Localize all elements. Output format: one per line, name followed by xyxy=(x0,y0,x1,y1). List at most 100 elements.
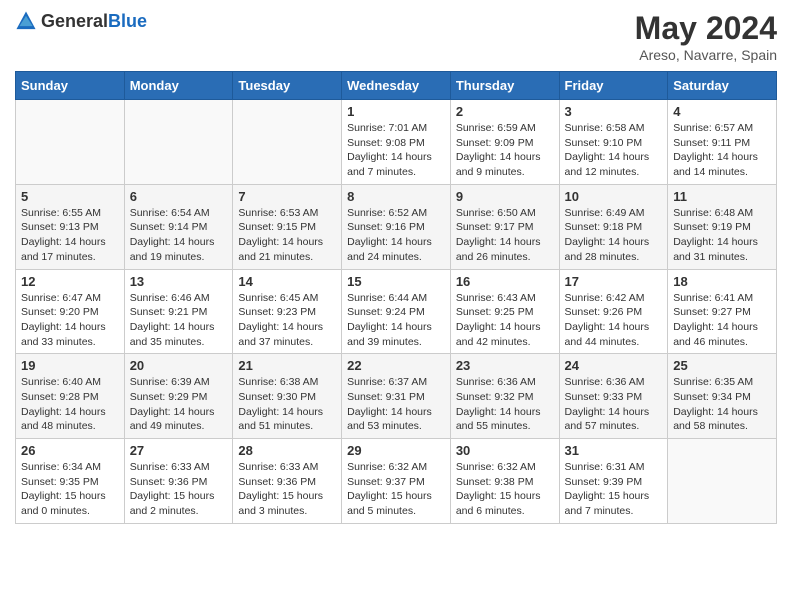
day-info: Sunrise: 6:41 AM Sunset: 9:27 PM Dayligh… xyxy=(673,291,771,350)
day-info: Sunrise: 6:58 AM Sunset: 9:10 PM Dayligh… xyxy=(565,121,663,180)
day-number: 6 xyxy=(130,189,228,204)
day-header-saturday: Saturday xyxy=(668,72,777,100)
day-info: Sunrise: 6:35 AM Sunset: 9:34 PM Dayligh… xyxy=(673,375,771,434)
day-number: 25 xyxy=(673,358,771,373)
calendar-cell: 25 Sunrise: 6:35 AM Sunset: 9:34 PM Dayli… xyxy=(668,354,777,439)
calendar-cell: 20 Sunrise: 6:39 AM Sunset: 9:29 PM Dayli… xyxy=(124,354,233,439)
logo-general: General xyxy=(41,11,108,31)
logo-blue: Blue xyxy=(108,11,147,31)
day-number: 31 xyxy=(565,443,663,458)
day-info: Sunrise: 6:46 AM Sunset: 9:21 PM Dayligh… xyxy=(130,291,228,350)
location: Areso, Navarre, Spain xyxy=(635,47,777,63)
day-info: Sunrise: 6:47 AM Sunset: 9:20 PM Dayligh… xyxy=(21,291,119,350)
day-number: 21 xyxy=(238,358,336,373)
day-number: 28 xyxy=(238,443,336,458)
day-info: Sunrise: 6:31 AM Sunset: 9:39 PM Dayligh… xyxy=(565,460,663,519)
day-info: Sunrise: 6:32 AM Sunset: 9:37 PM Dayligh… xyxy=(347,460,445,519)
day-number: 18 xyxy=(673,274,771,289)
day-number: 1 xyxy=(347,104,445,119)
day-info: Sunrise: 6:38 AM Sunset: 9:30 PM Dayligh… xyxy=(238,375,336,434)
calendar-cell: 13 Sunrise: 6:46 AM Sunset: 9:21 PM Dayli… xyxy=(124,269,233,354)
logo-text: GeneralBlue xyxy=(41,11,147,32)
calendar-cell: 12 Sunrise: 6:47 AM Sunset: 9:20 PM Dayli… xyxy=(16,269,125,354)
day-info: Sunrise: 7:01 AM Sunset: 9:08 PM Dayligh… xyxy=(347,121,445,180)
calendar-cell: 17Sunrise: 6:42 AM Sunset: 9:26 PM Dayli… xyxy=(559,269,668,354)
day-number: 29 xyxy=(347,443,445,458)
calendar-cell: 14 Sunrise: 6:45 AM Sunset: 9:23 PM Dayli… xyxy=(233,269,342,354)
day-number: 16 xyxy=(456,274,554,289)
day-number: 30 xyxy=(456,443,554,458)
day-number: 10 xyxy=(565,189,663,204)
day-number: 3 xyxy=(565,104,663,119)
day-header-friday: Friday xyxy=(559,72,668,100)
week-row-2: 5 Sunrise: 6:55 AM Sunset: 9:13 PM Daylig… xyxy=(16,184,777,269)
calendar-cell: 6 Sunrise: 6:54 AM Sunset: 9:14 PM Daylig… xyxy=(124,184,233,269)
page-header: GeneralBlue May 2024 Areso, Navarre, Spa… xyxy=(15,10,777,63)
day-info: Sunrise: 6:32 AM Sunset: 9:38 PM Dayligh… xyxy=(456,460,554,519)
calendar-cell: 5 Sunrise: 6:55 AM Sunset: 9:13 PM Daylig… xyxy=(16,184,125,269)
day-info: Sunrise: 6:57 AM Sunset: 9:11 PM Dayligh… xyxy=(673,121,771,180)
day-number: 24 xyxy=(565,358,663,373)
day-number: 7 xyxy=(238,189,336,204)
title-block: May 2024 Areso, Navarre, Spain xyxy=(635,10,777,63)
day-number: 4 xyxy=(673,104,771,119)
calendar-cell xyxy=(668,439,777,524)
calendar-cell xyxy=(124,100,233,185)
day-number: 14 xyxy=(238,274,336,289)
day-info: Sunrise: 6:37 AM Sunset: 9:31 PM Dayligh… xyxy=(347,375,445,434)
day-number: 19 xyxy=(21,358,119,373)
calendar-cell: 29 Sunrise: 6:32 AM Sunset: 9:37 PM Dayli… xyxy=(342,439,451,524)
month-year: May 2024 xyxy=(635,10,777,47)
day-number: 8 xyxy=(347,189,445,204)
logo: GeneralBlue xyxy=(15,10,147,32)
calendar-cell: 10Sunrise: 6:49 AM Sunset: 9:18 PM Dayli… xyxy=(559,184,668,269)
day-number: 5 xyxy=(21,189,119,204)
day-info: Sunrise: 6:33 AM Sunset: 9:36 PM Dayligh… xyxy=(130,460,228,519)
day-header-tuesday: Tuesday xyxy=(233,72,342,100)
calendar-cell: 4 Sunrise: 6:57 AM Sunset: 9:11 PM Daylig… xyxy=(668,100,777,185)
calendar-cell: 11Sunrise: 6:48 AM Sunset: 9:19 PM Dayli… xyxy=(668,184,777,269)
day-info: Sunrise: 6:45 AM Sunset: 9:23 PM Dayligh… xyxy=(238,291,336,350)
day-info: Sunrise: 6:54 AM Sunset: 9:14 PM Dayligh… xyxy=(130,206,228,265)
day-number: 2 xyxy=(456,104,554,119)
day-info: Sunrise: 6:36 AM Sunset: 9:33 PM Dayligh… xyxy=(565,375,663,434)
week-row-3: 12 Sunrise: 6:47 AM Sunset: 9:20 PM Dayli… xyxy=(16,269,777,354)
day-info: Sunrise: 6:55 AM Sunset: 9:13 PM Dayligh… xyxy=(21,206,119,265)
day-header-wednesday: Wednesday xyxy=(342,72,451,100)
calendar-cell: 9Sunrise: 6:50 AM Sunset: 9:17 PM Daylig… xyxy=(450,184,559,269)
calendar-cell: 2 Sunrise: 6:59 AM Sunset: 9:09 PM Daylig… xyxy=(450,100,559,185)
calendar-cell: 24 Sunrise: 6:36 AM Sunset: 9:33 PM Dayli… xyxy=(559,354,668,439)
day-number: 11 xyxy=(673,189,771,204)
day-number: 12 xyxy=(21,274,119,289)
day-info: Sunrise: 6:59 AM Sunset: 9:09 PM Dayligh… xyxy=(456,121,554,180)
day-info: Sunrise: 6:44 AM Sunset: 9:24 PM Dayligh… xyxy=(347,291,445,350)
day-info: Sunrise: 6:36 AM Sunset: 9:32 PM Dayligh… xyxy=(456,375,554,434)
calendar-cell: 1 Sunrise: 7:01 AM Sunset: 9:08 PM Daylig… xyxy=(342,100,451,185)
day-number: 23 xyxy=(456,358,554,373)
calendar-cell: 21 Sunrise: 6:38 AM Sunset: 9:30 PM Dayli… xyxy=(233,354,342,439)
week-row-1: 1 Sunrise: 7:01 AM Sunset: 9:08 PM Daylig… xyxy=(16,100,777,185)
calendar-cell: 30 Sunrise: 6:32 AM Sunset: 9:38 PM Dayli… xyxy=(450,439,559,524)
calendar-cell: 22 Sunrise: 6:37 AM Sunset: 9:31 PM Dayli… xyxy=(342,354,451,439)
logo-icon xyxy=(15,10,37,32)
day-info: Sunrise: 6:50 AM Sunset: 9:17 PM Dayligh… xyxy=(456,206,554,265)
calendar-cell: 23 Sunrise: 6:36 AM Sunset: 9:32 PM Dayli… xyxy=(450,354,559,439)
day-info: Sunrise: 6:43 AM Sunset: 9:25 PM Dayligh… xyxy=(456,291,554,350)
day-info: Sunrise: 6:40 AM Sunset: 9:28 PM Dayligh… xyxy=(21,375,119,434)
day-number: 13 xyxy=(130,274,228,289)
day-header-sunday: Sunday xyxy=(16,72,125,100)
day-info: Sunrise: 6:39 AM Sunset: 9:29 PM Dayligh… xyxy=(130,375,228,434)
calendar-cell: 8 Sunrise: 6:52 AM Sunset: 9:16 PM Daylig… xyxy=(342,184,451,269)
day-number: 22 xyxy=(347,358,445,373)
week-row-4: 19 Sunrise: 6:40 AM Sunset: 9:28 PM Dayli… xyxy=(16,354,777,439)
calendar-cell: 19 Sunrise: 6:40 AM Sunset: 9:28 PM Dayli… xyxy=(16,354,125,439)
calendar-cell: 28Sunrise: 6:33 AM Sunset: 9:36 PM Dayli… xyxy=(233,439,342,524)
day-info: Sunrise: 6:52 AM Sunset: 9:16 PM Dayligh… xyxy=(347,206,445,265)
day-header-monday: Monday xyxy=(124,72,233,100)
day-number: 15 xyxy=(347,274,445,289)
day-number: 20 xyxy=(130,358,228,373)
day-info: Sunrise: 6:34 AM Sunset: 9:35 PM Dayligh… xyxy=(21,460,119,519)
calendar-cell: 27Sunrise: 6:33 AM Sunset: 9:36 PM Dayli… xyxy=(124,439,233,524)
calendar-cell: 16 Sunrise: 6:43 AM Sunset: 9:25 PM Dayli… xyxy=(450,269,559,354)
calendar-cell: 26Sunrise: 6:34 AM Sunset: 9:35 PM Dayli… xyxy=(16,439,125,524)
